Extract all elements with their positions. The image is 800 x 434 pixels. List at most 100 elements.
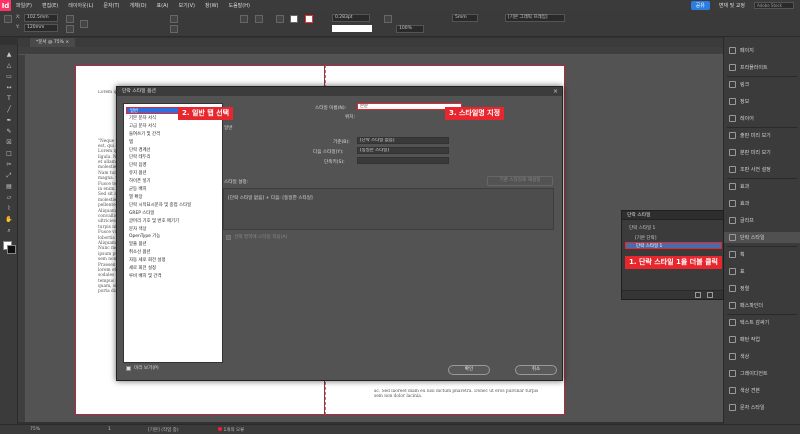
stroke-weight-field[interactable]: 0.283pt — [332, 14, 370, 22]
panel-item[interactable]: 페이지 — [724, 45, 800, 56]
category-item[interactable]: 균등 배치 — [126, 186, 221, 193]
menu-edit[interactable]: 편집(E) — [37, 2, 63, 9]
line-tool-icon[interactable]: ╱ — [4, 106, 14, 114]
panel-item[interactable]: 출판 미리 보기 — [724, 130, 800, 141]
style-row-basic[interactable]: [기본 단락] — [625, 235, 722, 242]
panel-item[interactable]: 텍스트 감싸기 — [724, 317, 800, 328]
paragraph-styles-panel-title[interactable]: 단락 스타일 — [622, 211, 723, 220]
flip-vertical-icon[interactable] — [255, 15, 263, 23]
panel-item[interactable]: 레이어 — [724, 113, 800, 124]
panel-item[interactable]: 효과 — [724, 198, 800, 209]
error-indicator[interactable]: 1개의 오류 — [218, 427, 244, 433]
menu-table[interactable]: 표(A) — [152, 2, 174, 9]
select-container-icon[interactable] — [276, 15, 284, 23]
style-row-paragraph-style-1[interactable]: 단락 스타일 1 — [625, 242, 722, 249]
panel-item[interactable]: 프리플라이트 — [724, 62, 800, 73]
free-transform-tool-icon[interactable]: ⤢ — [4, 172, 14, 180]
note-tool-icon[interactable]: ▱ — [4, 194, 14, 202]
menu-file[interactable]: 파일(F) — [11, 2, 37, 9]
category-item[interactable]: OpenType 기능 — [126, 233, 221, 240]
category-item[interactable]: 고급 문자 서식 — [126, 123, 221, 130]
apply-to-selection-checkbox[interactable] — [226, 235, 231, 240]
category-item[interactable]: 들여쓰기 및 간격 — [126, 131, 221, 138]
panel-item[interactable]: 색상 — [724, 351, 800, 362]
category-item[interactable]: 세로 회전 설정 — [126, 265, 221, 272]
category-item[interactable]: 단락 테두리 — [126, 154, 221, 161]
panel-item[interactable]: 획 — [724, 249, 800, 260]
fill-swatch[interactable] — [290, 15, 298, 23]
panel-item[interactable]: 표 — [724, 266, 800, 277]
effects-icon[interactable] — [384, 15, 392, 23]
pen-tool-icon[interactable]: ✒ — [4, 117, 14, 125]
based-on-dropdown[interactable]: [단락 스타일 없음] — [357, 137, 449, 144]
panel-item[interactable]: 단락 스타일 — [724, 232, 800, 243]
y-position-field[interactable]: 120mm — [24, 24, 58, 32]
width-icon[interactable] — [66, 15, 74, 23]
category-item[interactable]: 취소선 옵션 — [126, 249, 221, 256]
pencil-tool-icon[interactable]: ✎ — [4, 128, 14, 136]
reset-to-base-button[interactable]: 기준 스타일로 재설정 — [487, 176, 553, 186]
height-icon[interactable] — [66, 25, 74, 33]
hand-tool-icon[interactable]: ✋ — [4, 216, 14, 224]
stroke-type-dropdown[interactable] — [332, 25, 372, 32]
panel-item[interactable]: 색상 견본 — [724, 385, 800, 396]
stock-search-input[interactable]: Adobe Stock — [754, 2, 794, 9]
category-item[interactable]: 탭 — [126, 139, 221, 146]
category-item[interactable]: 루비 배치 및 간격 — [126, 273, 221, 280]
page-number[interactable]: 1 — [108, 427, 111, 432]
menu-type[interactable]: 문자(T) — [98, 2, 124, 9]
category-item[interactable]: 하이픈 넣기 — [126, 178, 221, 185]
category-item[interactable]: 열 확장 — [126, 194, 221, 201]
category-item[interactable]: 유지 옵션 — [126, 170, 221, 177]
category-item[interactable]: 단락 음영 — [126, 162, 221, 169]
menu-object[interactable]: 개체(O) — [125, 2, 152, 9]
rotate-icon[interactable] — [170, 15, 178, 23]
next-style-dropdown[interactable]: [동일한 스타일] — [357, 147, 449, 154]
constrain-icon[interactable] — [80, 20, 88, 28]
rectangle-frame-tool-icon[interactable]: ☒ — [4, 139, 14, 147]
zoom-level[interactable]: 75% — [30, 427, 40, 432]
panel-item[interactable]: 링크 — [724, 79, 800, 90]
selection-tool-icon[interactable]: ▲ — [4, 51, 14, 59]
panel-item[interactable]: 효과 — [724, 181, 800, 192]
rectangle-tool-icon[interactable]: □ — [4, 150, 14, 158]
document-tab[interactable]: *문서 @ 75% × — [30, 38, 76, 47]
panel-item[interactable]: 분판 미리 보기 — [724, 147, 800, 158]
new-style-icon[interactable] — [695, 292, 701, 298]
x-position-field[interactable]: 102.5mm — [24, 14, 58, 22]
preflight-profile[interactable]: [기본] (작업 중) — [148, 427, 179, 433]
panel-item[interactable]: 글리프 — [724, 215, 800, 226]
direct-selection-tool-icon[interactable]: △ — [4, 62, 14, 70]
category-item[interactable]: 단락 경계선 — [126, 147, 221, 154]
panel-item[interactable]: 조판 사전 설정 — [724, 164, 800, 175]
menu-view[interactable]: 보기(V) — [173, 2, 200, 9]
scissors-tool-icon[interactable]: ✂ — [4, 161, 14, 169]
panel-item[interactable]: 문자 스타일 — [724, 402, 800, 413]
gap-tool-icon[interactable]: ↔ — [4, 84, 14, 92]
stroke-color-swatch[interactable] — [7, 245, 16, 254]
object-style-dropdown[interactable]: [기본 그래픽 프레임] — [505, 14, 565, 22]
panel-item[interactable]: 정렬 — [724, 283, 800, 294]
opacity-field[interactable]: 100% — [396, 25, 424, 33]
menu-help[interactable]: 도움말(H) — [223, 2, 254, 9]
category-item[interactable]: 단락 시작표시문자 및 중첩 스타일 — [126, 202, 221, 209]
shear-icon[interactable] — [170, 25, 178, 33]
cancel-button[interactable]: 취소 — [515, 365, 557, 375]
share-button[interactable]: 공유 — [690, 1, 710, 10]
flip-horizontal-icon[interactable] — [240, 15, 248, 23]
close-icon[interactable]: × — [553, 87, 558, 96]
menu-window[interactable]: 창(W) — [200, 2, 223, 9]
close-icon[interactable]: × — [65, 40, 69, 45]
shortcut-input[interactable] — [357, 157, 449, 164]
reference-point-icon[interactable] — [4, 15, 12, 23]
type-tool-icon[interactable]: T — [4, 95, 14, 103]
category-item[interactable]: GREP 스타일 — [126, 210, 221, 217]
zoom-tool-icon[interactable]: ⌕ — [4, 227, 14, 235]
page-tool-icon[interactable]: ▭ — [4, 73, 14, 81]
gap-field[interactable]: 5mm — [452, 14, 478, 22]
category-item[interactable]: 문자 색상 — [126, 226, 221, 233]
preview-checkbox[interactable] — [126, 366, 131, 371]
category-item[interactable]: 자동 세로 회전 설정 — [126, 257, 221, 264]
menu-layout[interactable]: 레이아웃(L) — [63, 2, 98, 9]
stroke-swatch[interactable] — [305, 15, 313, 23]
